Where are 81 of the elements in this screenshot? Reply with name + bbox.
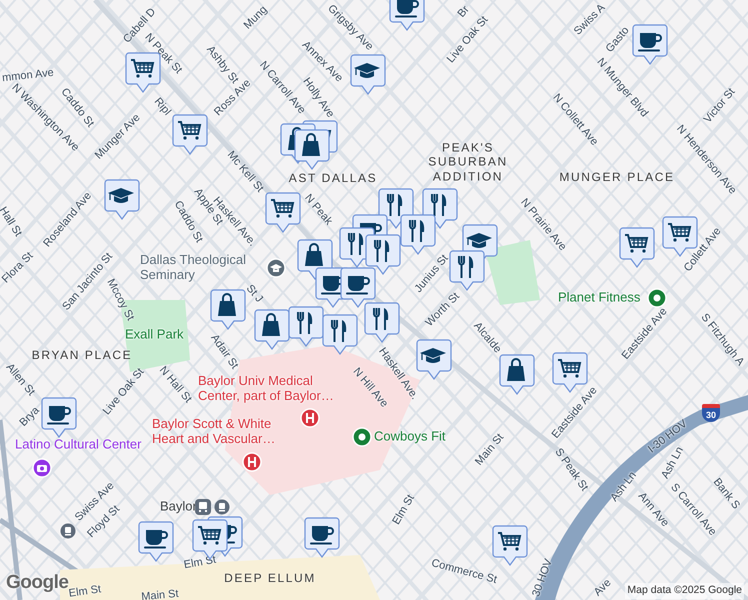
map-marker[interactable]	[416, 339, 452, 381]
train-icon[interactable]	[193, 497, 213, 517]
map-marker[interactable]	[350, 54, 386, 96]
street-label: N Hill Ave	[350, 366, 390, 410]
cart-icon	[178, 121, 202, 140]
graduation-cap-icon	[108, 188, 134, 203]
map-marker[interactable]	[172, 114, 208, 156]
place-label[interactable]: Exall Park	[125, 328, 184, 342]
map-marker[interactable]	[340, 267, 376, 309]
street-label: Ave	[592, 577, 614, 599]
map-marker[interactable]	[492, 525, 528, 567]
place-label[interactable]: Dallas Theological Seminary	[140, 253, 265, 283]
place-label[interactable]: Baylor Univ Medical Center, part of Baylor…	[198, 374, 348, 404]
street-label: 30 HOV	[531, 558, 555, 598]
neighborhood-label: DEEP ELLUM	[224, 570, 316, 586]
neighborhood-label: AST DALLAS	[288, 170, 378, 186]
map-marker[interactable]	[254, 309, 290, 351]
hospital-icon[interactable]	[300, 408, 320, 428]
map-marker[interactable]	[365, 234, 401, 276]
graduation-cap-icon	[354, 63, 380, 78]
street-label: Brya	[18, 405, 42, 429]
map-marker[interactable]	[104, 179, 140, 221]
map-marker[interactable]	[449, 250, 485, 292]
map-marker[interactable]	[265, 192, 301, 234]
street-label: Ash Ln	[660, 445, 686, 481]
cart-icon	[498, 532, 522, 551]
place-label[interactable]: Latino Cultural Center	[15, 438, 142, 452]
hospital-icon[interactable]	[242, 452, 262, 472]
tram-icon[interactable]	[214, 499, 230, 515]
fork-knife-icon	[387, 193, 402, 217]
park-area	[485, 240, 540, 305]
map-attribution[interactable]: Map data ©2025 Google	[625, 583, 744, 599]
street-label: Elm St	[391, 493, 417, 527]
street-label: N Hall St	[156, 364, 194, 406]
map-marker[interactable]	[499, 354, 535, 396]
place-label[interactable]: Baylor	[160, 500, 197, 514]
map-marker[interactable]	[400, 214, 436, 256]
map-marker[interactable]	[632, 24, 668, 66]
neighborhood-label: PEAK'S SUBURBAN ADDITION	[427, 140, 509, 184]
graduation-cap-icon	[420, 348, 446, 363]
cart-icon	[625, 234, 648, 253]
map-marker[interactable]	[138, 521, 174, 563]
street-label: Ripl	[152, 96, 172, 118]
place-label[interactable]: Cowboys Fit	[374, 430, 446, 444]
map-marker[interactable]	[41, 397, 77, 439]
place-label[interactable]: Baylor Scott & White Heart and Vascular…	[152, 417, 287, 447]
street-label: mmon Ave	[2, 68, 54, 84]
map-marker[interactable]	[322, 314, 358, 356]
fork-knife-icon	[348, 232, 364, 256]
fork-knife-icon	[374, 239, 390, 263]
interstate-shield: 30	[702, 404, 720, 422]
map-marker[interactable]	[210, 289, 246, 331]
neighborhood-label: BRYAN PLACE	[32, 348, 132, 362]
tram-icon[interactable]	[60, 523, 76, 539]
fork-knife-icon	[458, 255, 474, 279]
fork-knife-icon	[409, 219, 424, 243]
map-marker[interactable]	[288, 306, 324, 348]
fork-knife-icon	[431, 193, 446, 217]
map-marker[interactable]	[304, 517, 340, 559]
graduation-cap-icon	[466, 233, 492, 248]
street-label: Mc Kell St	[224, 150, 266, 194]
map-marker[interactable]	[364, 302, 400, 344]
cart-icon	[558, 359, 582, 378]
cart-icon	[131, 59, 154, 78]
fork-knife-icon	[331, 319, 346, 343]
fork-knife-icon	[373, 307, 388, 331]
street-label: Br	[456, 4, 472, 20]
street-label: Hall St	[0, 205, 24, 239]
street-label: Main St	[140, 588, 180, 600]
street-label: Elm St	[68, 584, 102, 600]
cart-icon	[271, 199, 294, 218]
map-logo: Google	[6, 570, 68, 594]
street-label: St J	[244, 283, 264, 305]
place-label[interactable]: Planet Fitness	[558, 290, 640, 306]
cart-icon	[668, 223, 692, 242]
neighborhood-label: MUNGER PLACE	[559, 170, 675, 184]
fork-knife-icon	[297, 311, 312, 335]
map-marker[interactable]	[389, 0, 425, 32]
street-label: Live Oak St	[102, 366, 146, 418]
map-marker[interactable]	[619, 227, 655, 269]
place-pin-icon[interactable]	[352, 427, 372, 447]
